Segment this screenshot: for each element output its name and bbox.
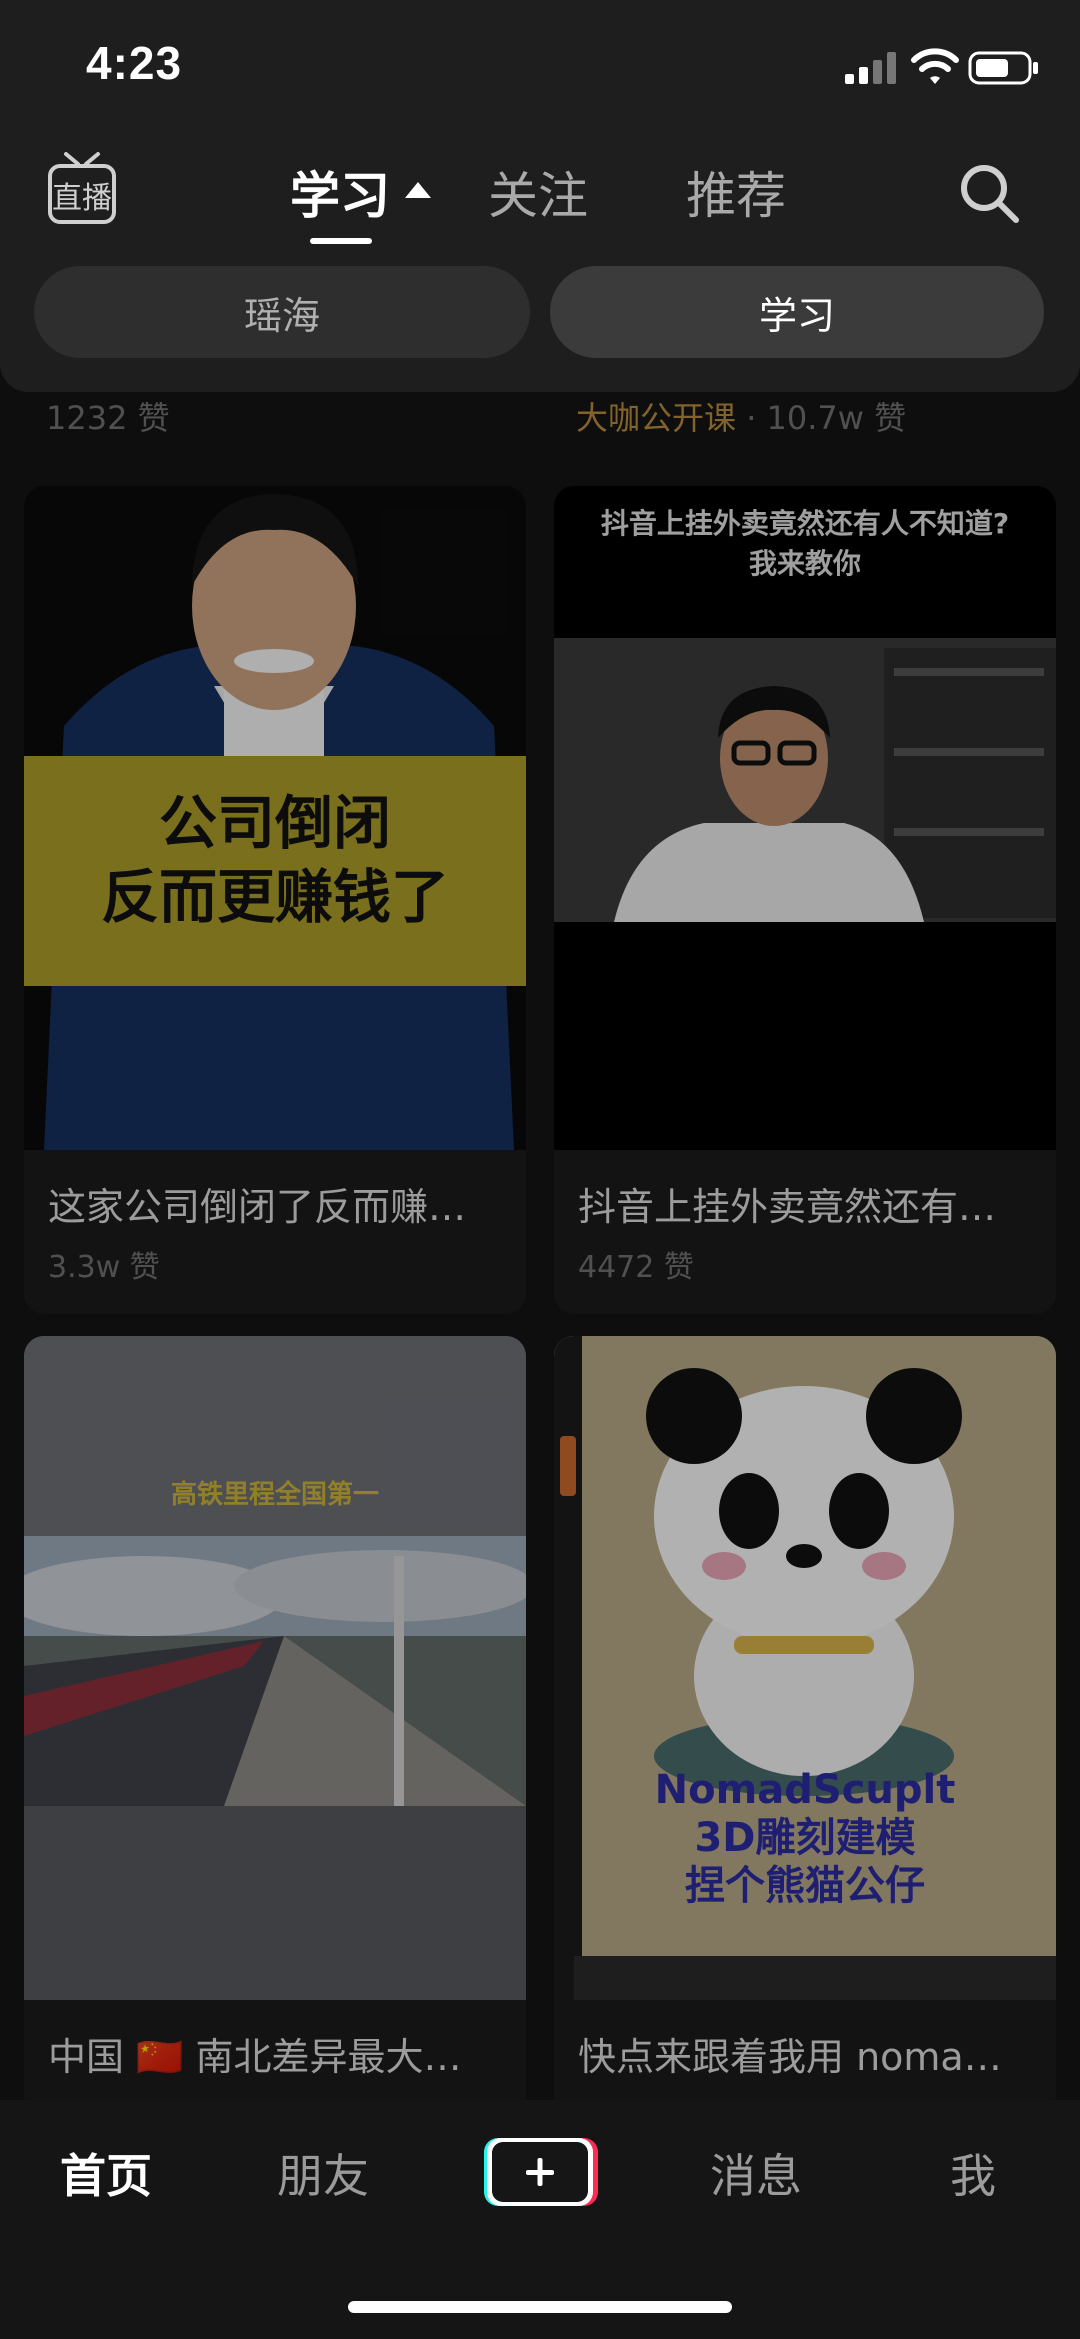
video-title[interactable]: 抖音上挂外卖竟然还有… xyxy=(578,1176,1038,1231)
search-icon[interactable] xyxy=(956,160,1022,226)
video-thumbnail[interactable]: 公司倒闭 反而更赚钱了 xyxy=(24,486,526,1150)
video-thumbnail[interactable]: 抖音上挂外卖竟然还有人不知道? 我来教你 xyxy=(554,486,1056,1150)
video-thumbnail[interactable]: 高铁里程全国第一 xyxy=(24,1336,526,2000)
video-likes: 3.3w 赞 xyxy=(48,1250,160,1285)
tab-follow[interactable]: 关注 xyxy=(488,156,588,228)
nav-messages[interactable]: 消息 xyxy=(710,2140,802,2206)
home-indicator[interactable] xyxy=(348,2301,732,2313)
video-title[interactable]: 快点来跟着我用 noma… xyxy=(578,2026,1038,2081)
active-tab-indicator xyxy=(310,238,372,244)
tab-study[interactable]: 学习 xyxy=(290,156,390,228)
thumbnail-man-in-room xyxy=(554,638,1056,922)
thumbnail-overlay-text: 高铁里程全国第一 xyxy=(170,1480,379,1510)
thumbnail-high-speed-train xyxy=(24,1336,526,2000)
status-time: 4:23 xyxy=(86,37,183,89)
thumbnail-overlay-text: 抖音上挂外卖竟然还有人不知道? 我来教你 xyxy=(600,507,1010,580)
nav-me[interactable]: 我 xyxy=(950,2140,996,2206)
sub-tab-study[interactable]: 学习 xyxy=(550,266,1044,358)
video-card[interactable]: NomadScuplt 3D雕刻建模 捏个熊猫公仔 快点来跟着我用 noma… xyxy=(554,1336,1056,2116)
video-card[interactable]: 抖音上挂外卖竟然还有人不知道? 我来教你 抖音上挂外卖竟然还有… 4472 赞 xyxy=(554,486,1056,1314)
nav-home[interactable]: 首页 xyxy=(60,2140,152,2206)
tab-recommend[interactable]: 推荐 xyxy=(686,156,786,228)
wifi-icon xyxy=(911,48,959,84)
prev-card-tag[interactable]: 大咖公开课 xyxy=(576,399,736,437)
tab-dropdown-arrow-icon[interactable] xyxy=(405,182,431,198)
video-title[interactable]: 这家公司倒闭了反而赚… xyxy=(48,1176,508,1231)
meta-separator: · xyxy=(746,399,757,437)
thumbnail-overlay-text: 公司倒闭 反而更赚钱了 xyxy=(100,789,449,931)
video-card[interactable]: 公司倒闭 反而更赚钱了 这家公司倒闭了反而赚… 3.3w 赞 xyxy=(24,486,526,1314)
thumbnail-overlay-text: NomadScuplt 3D雕刻建模 捏个熊猫公仔 xyxy=(654,1767,956,1909)
video-likes: 4472 赞 xyxy=(578,1250,694,1285)
prev-card-likes-right: 10.7w 赞 xyxy=(766,399,907,437)
svg-text:直播: 直播 xyxy=(52,181,112,216)
sub-tab-yaohai[interactable]: 瑶海 xyxy=(34,266,530,358)
live-icon[interactable]: 直播 xyxy=(44,150,120,230)
prev-card-likes: 1232 赞 xyxy=(46,399,170,437)
video-thumbnail[interactable]: NomadScuplt 3D雕刻建模 捏个熊猫公仔 xyxy=(554,1336,1056,2000)
nav-friends[interactable]: 朋友 xyxy=(277,2140,369,2206)
video-card[interactable]: 高铁里程全国第一 中国 🇨🇳 南北差异最大… xyxy=(24,1336,526,2116)
signal-icon xyxy=(845,52,896,84)
battery-icon xyxy=(968,51,1038,85)
video-title[interactable]: 中国 🇨🇳 南北差异最大… xyxy=(48,2026,508,2081)
prev-card-meta: 大咖公开课 · 10.7w 赞 xyxy=(576,393,906,439)
plus-icon[interactable] xyxy=(482,2134,598,2210)
status-bar: 4:23 xyxy=(0,0,1080,130)
